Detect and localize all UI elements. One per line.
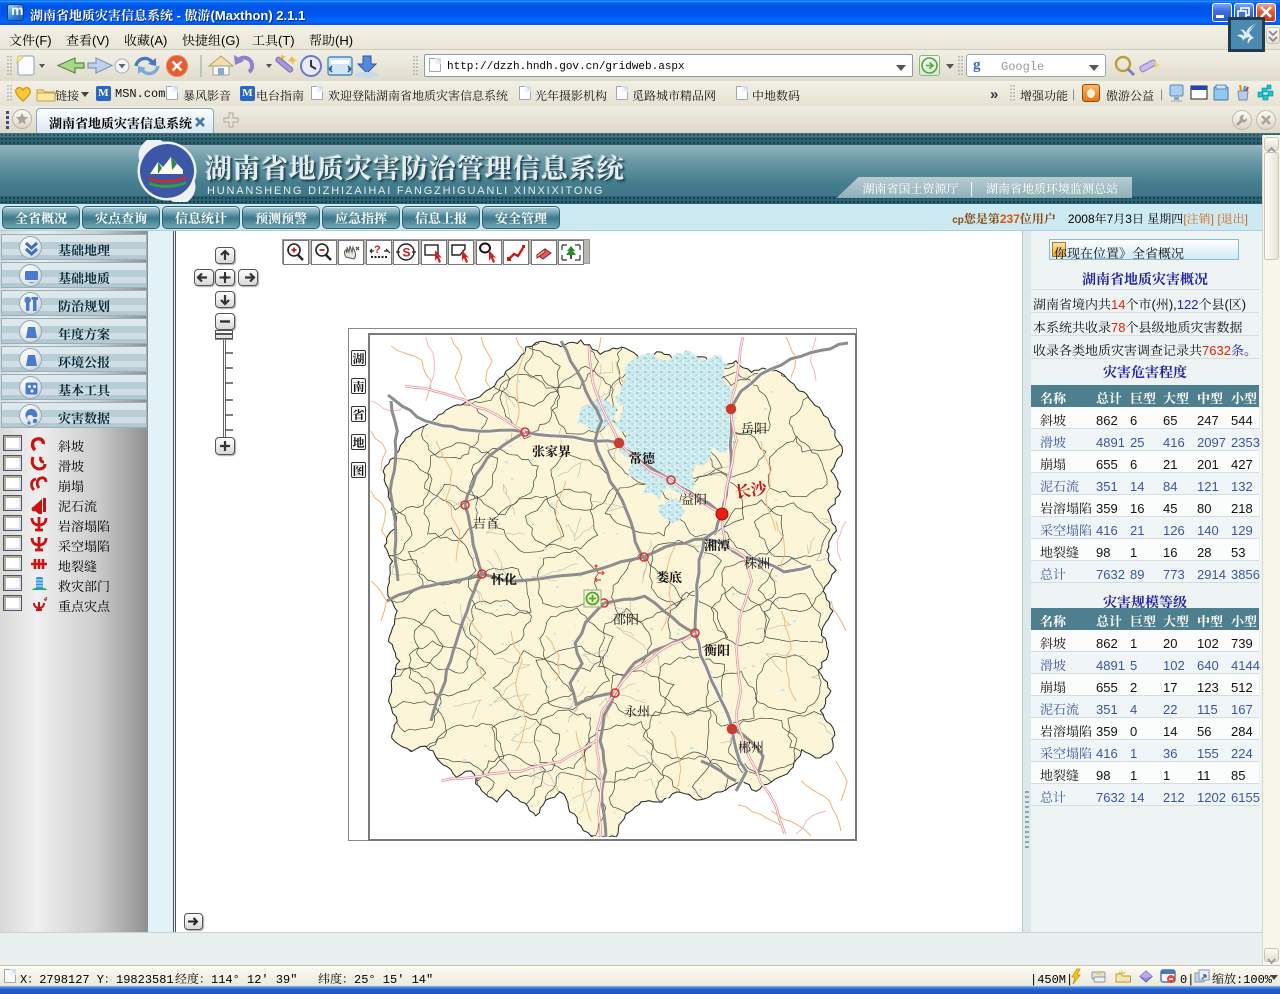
svg-text:益阳: 益阳 — [681, 489, 707, 508]
svg-text:S: S — [403, 244, 411, 261]
svg-text:长沙: 长沙 — [733, 475, 770, 503]
svg-text:岳阳: 岳阳 — [741, 418, 767, 437]
svg-text:永州: 永州 — [624, 701, 650, 720]
svg-text:湘潭: 湘潭 — [704, 535, 730, 554]
svg-text:娄底: 娄底 — [656, 567, 682, 586]
svg-text:?: ? — [374, 241, 381, 257]
svg-text:吉首: 吉首 — [473, 513, 499, 532]
svg-text:张家界: 张家界 — [532, 441, 571, 460]
svg-text:衡阳: 衡阳 — [704, 640, 730, 659]
svg-text:郴州: 郴州 — [738, 737, 764, 756]
svg-text:怀化: 怀化 — [491, 569, 517, 588]
svg-text:株洲: 株洲 — [744, 553, 770, 572]
svg-text:邵阳: 邵阳 — [613, 609, 639, 628]
svg-text:常德: 常德 — [629, 448, 656, 467]
